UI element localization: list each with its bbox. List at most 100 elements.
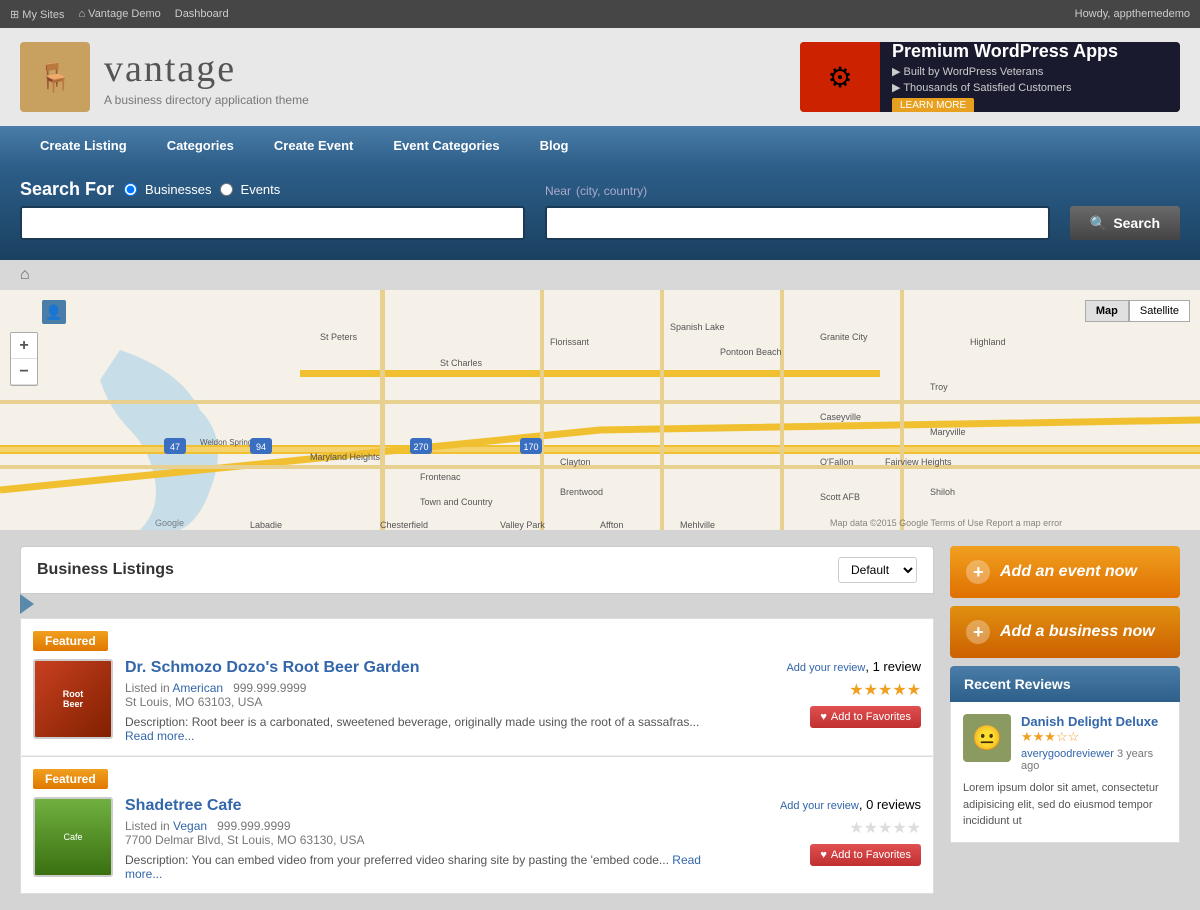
zoom-in-button[interactable]: + [11,333,37,359]
svg-text:Fairview Heights: Fairview Heights [885,457,952,467]
svg-text:Spanish Lake: Spanish Lake [670,322,725,332]
listing-category-1[interactable]: American [172,681,223,695]
near-input[interactable] [545,206,1050,240]
nav-item-blog: Blog [520,126,589,165]
events-radio[interactable] [220,183,233,196]
svg-text:Granite City: Granite City [820,332,868,342]
svg-text:Brentwood: Brentwood [560,487,603,497]
add-business-button[interactable]: + Add a business now [950,606,1180,658]
add-to-favorites-1[interactable]: ♥ Add to Favorites [810,706,921,728]
ad-title: Premium WordPress Apps [892,42,1168,62]
review-stars: ★★★☆☆ [1021,729,1167,745]
listing-category-2[interactable]: Vegan [173,819,207,833]
search-button[interactable]: 🔍 Search [1070,206,1180,240]
svg-text:Chesterfield: Chesterfield [380,520,428,530]
listing-details-1: Dr. Schmozo Dozo's Root Beer Garden List… [125,659,709,743]
zoom-out-button[interactable]: − [11,359,37,385]
svg-text:Shiloh: Shiloh [930,487,955,497]
categories-link[interactable]: Categories [147,126,254,165]
add-event-button[interactable]: + Add an event now [950,546,1180,598]
heart-icon-2: ♥ [820,849,827,861]
listing-inner-1: RootBeer Dr. Schmozo Dozo's Root Beer Ga… [33,659,921,743]
listing-right-2: Add your review, 0 reviews ★★★★★ ♥ Add t… [721,797,921,881]
svg-text:Maryville: Maryville [930,427,966,437]
svg-text:Weldon Spring: Weldon Spring [200,438,252,447]
map-svg: Missouri River St Charles St Peters Flor… [0,290,1200,530]
search-section: Search For Businesses Events Near (city,… [0,165,1200,260]
street-view-icon[interactable]: 👤 [42,300,66,324]
vantage-demo-link[interactable]: ⌂ Vantage Demo [78,8,160,21]
add-review-2[interactable]: Add your review [780,800,859,812]
svg-text:Caseyville: Caseyville [820,412,861,422]
create-listing-link[interactable]: Create Listing [20,126,147,165]
review-count-2: 0 reviews [866,797,921,812]
breadcrumb: ⌂ [0,260,1200,290]
ad-sub2: ▶ Thousands of Satisfied Customers [892,81,1168,94]
svg-text:Pontoon Beach: Pontoon Beach [720,347,782,357]
listings-title: Business Listings [37,561,174,579]
blog-link[interactable]: Blog [520,126,589,165]
review-link-2: Add your review, 0 reviews [780,797,921,812]
near-group: Near (city, country) [545,179,1050,240]
review-text: Lorem ipsum dolor sit amet, consectetur … [963,780,1167,830]
stars-2: ★★★★★ [849,818,921,838]
listings-column: Business Listings Default A-Z Z-A Newest… [20,546,934,894]
review-biz-name[interactable]: Danish Delight Deluxe [1021,714,1167,729]
nav-item-create-event: Create Event [254,126,373,165]
home-icon[interactable]: ⌂ [20,266,30,283]
ad-icon: ⚙ [800,42,880,112]
read-more-1[interactable]: Read more... [125,729,194,743]
svg-text:94: 94 [256,442,266,452]
nav-item-event-categories: Event Categories [373,126,519,165]
add-review-1[interactable]: Add your review [786,662,865,674]
admin-bar: ⊞ My Sites ⌂ Vantage Demo Dashboard Howd… [0,0,1200,28]
search-for-group: Search For Businesses Events [20,179,525,240]
search-type-group: Businesses Events [124,182,280,197]
ad-banner[interactable]: ⚙ Premium WordPress Apps ▶ Built by Word… [800,42,1180,112]
listing-desc-1: Description: Root beer is a carbonated, … [125,715,709,743]
site-tagline: A business directory application theme [104,93,309,107]
add-to-favorites-2[interactable]: ♥ Add to Favorites [810,844,921,866]
review-card: 😐 Danish Delight Deluxe ★★★☆☆ averygoodr… [950,702,1180,843]
ad-sub1: ▶ Built by WordPress Veterans [892,65,1168,78]
ad-learn-more-button[interactable]: LEARN MORE [892,98,974,112]
map-view-button[interactable]: Map [1085,300,1129,322]
stars-1: ★★★★★ [849,680,921,700]
svg-text:Valley Park: Valley Park [500,520,545,530]
logo-area: 🪑 vantage A business directory applicati… [20,42,309,112]
create-event-link[interactable]: Create Event [254,126,373,165]
listing-address-1: St Louis, MO 63103, USA [125,695,709,709]
svg-text:270: 270 [413,442,428,452]
event-categories-link[interactable]: Event Categories [373,126,519,165]
svg-text:170: 170 [523,442,538,452]
featured-badge-1: Featured [33,631,108,651]
svg-text:Maryland Heights: Maryland Heights [310,452,381,462]
svg-text:Scott AFB: Scott AFB [820,492,860,502]
listing-thumb-2: Cafe [33,797,113,877]
listing-thumb-1: RootBeer [33,659,113,739]
listing-name-1[interactable]: Dr. Schmozo Dozo's Root Beer Garden [125,659,709,677]
site-title[interactable]: vantage [104,47,309,91]
listing-details-2: Shadetree Cafe Listed in Vegan 999.999.9… [125,797,709,881]
businesses-label: Businesses [145,182,211,197]
admin-right: Howdy, appthemedemo [1075,8,1190,20]
listing-card-2: Featured Cafe Shadetree Cafe Listed in V… [20,756,934,894]
nav-list: Create Listing Categories Create Event E… [20,126,1180,165]
search-icon: 🔍 [1090,215,1107,232]
businesses-radio[interactable] [124,183,137,196]
search-input[interactable] [20,206,525,240]
svg-text:Clayton: Clayton [560,457,591,467]
header: 🪑 vantage A business directory applicati… [0,28,1200,126]
sort-select[interactable]: Default A-Z Z-A Newest Rating [838,557,917,583]
satellite-view-button[interactable]: Satellite [1129,300,1190,322]
featured-badge-2: Featured [33,769,108,789]
dashboard-link[interactable]: Dashboard [175,8,229,21]
logo-icon: 🪑 [20,42,90,112]
my-sites-link[interactable]: ⊞ My Sites [10,8,64,21]
svg-text:Google: Google [155,518,184,528]
listing-desc-2: Description: You can embed video from yo… [125,853,709,881]
search-for-label: Search For Businesses Events [20,179,525,200]
review-count-1: 1 review [873,659,921,674]
svg-text:Florissant: Florissant [550,337,590,347]
reviewer-name[interactable]: averygoodreviewer [1021,748,1114,760]
